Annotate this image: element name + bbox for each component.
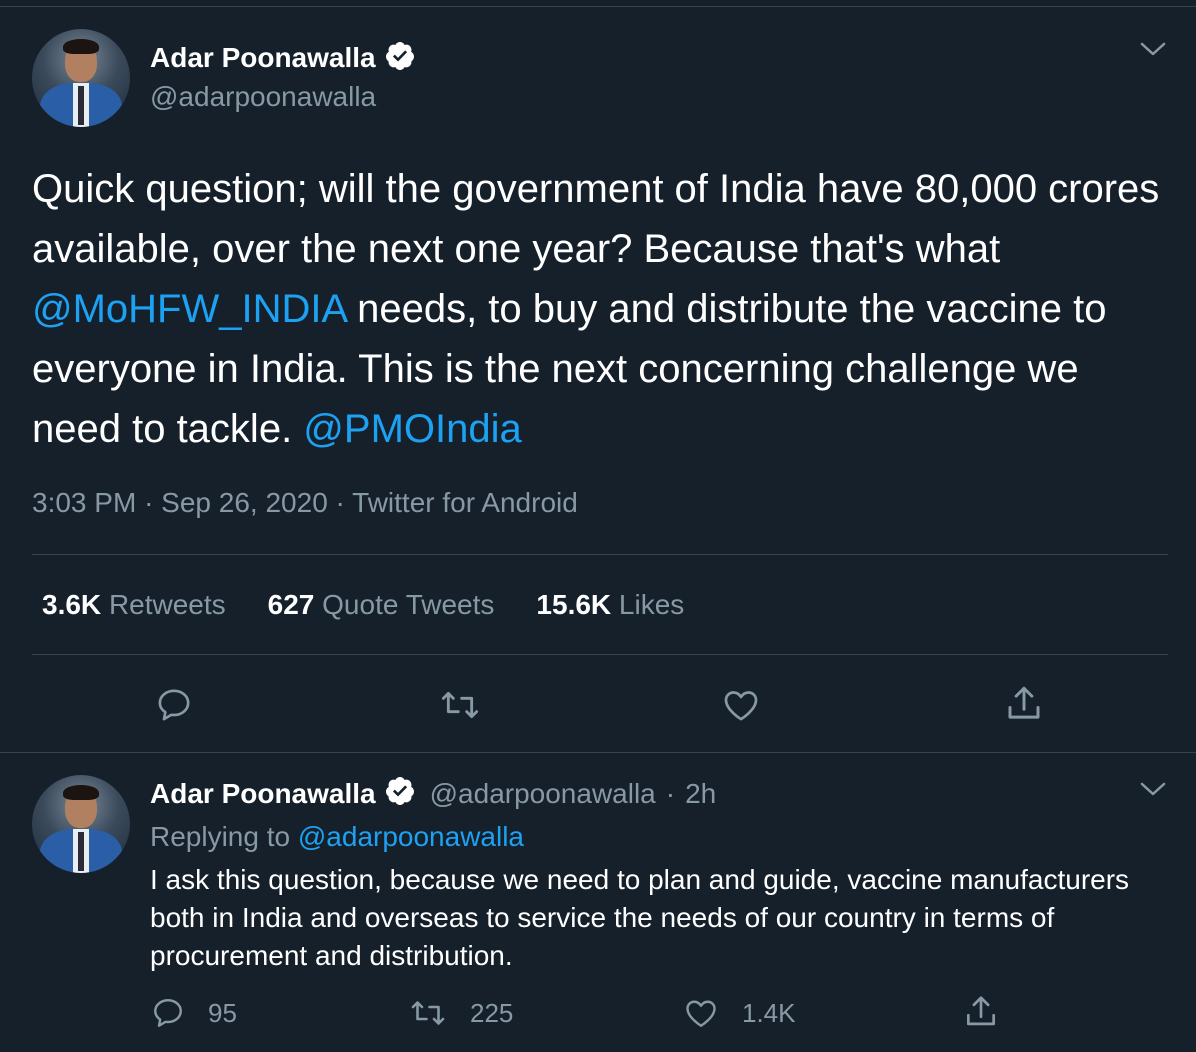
verified-badge-icon bbox=[384, 775, 416, 814]
retweets-count: 3.6K bbox=[42, 589, 102, 620]
retweet-button[interactable] bbox=[438, 685, 482, 725]
tweet-date[interactable]: Sep 26, 2020 bbox=[161, 487, 328, 518]
retweet-icon bbox=[441, 691, 479, 719]
chevron-down-icon[interactable] bbox=[1140, 781, 1166, 804]
like-button[interactable]: 1.4K bbox=[682, 995, 796, 1031]
verified-badge-icon bbox=[384, 40, 416, 77]
reply-button[interactable]: 95 bbox=[150, 995, 237, 1031]
reply-time-ago[interactable]: 2h bbox=[685, 778, 716, 810]
likes-stat[interactable]: 15.6K Likes bbox=[536, 589, 684, 621]
like-count: 1.4K bbox=[742, 997, 796, 1028]
tweet-meta: 3:03 PM · Sep 26, 2020 · Twitter for And… bbox=[32, 487, 578, 519]
replying-to-prefix: Replying to bbox=[150, 821, 298, 852]
separator: · bbox=[335, 487, 345, 518]
tweet-thread: Adar Poonawalla @adarpoonawalla Quick qu… bbox=[0, 0, 1196, 1052]
retweet-icon bbox=[411, 1001, 445, 1025]
divider bbox=[32, 554, 1168, 555]
author-display-name[interactable]: Adar Poonawalla bbox=[150, 42, 376, 74]
tweet-time[interactable]: 3:03 PM bbox=[32, 487, 136, 518]
top-border bbox=[0, 0, 1196, 7]
share-icon bbox=[966, 996, 996, 1026]
share-button[interactable] bbox=[962, 993, 1000, 1031]
replying-to-line: Replying to @adarpoonawalla bbox=[150, 821, 524, 853]
reply-icon bbox=[158, 689, 190, 721]
reply-text: I ask this question, because we need to … bbox=[150, 864, 1130, 971]
retweets-label: Retweets bbox=[108, 589, 226, 620]
tweet-text-part1: Quick question; will the government of I… bbox=[32, 167, 1160, 271]
like-button[interactable] bbox=[720, 685, 762, 725]
quote-tweets-count: 627 bbox=[267, 589, 315, 620]
reply-icon bbox=[154, 999, 182, 1027]
share-button[interactable] bbox=[1003, 683, 1045, 725]
heart-icon bbox=[686, 1000, 716, 1027]
main-tweet: Adar Poonawalla @adarpoonawalla Quick qu… bbox=[0, 7, 1196, 752]
reply-author-handle[interactable]: @adarpoonawalla bbox=[430, 778, 656, 810]
author-handle[interactable]: @adarpoonawalla bbox=[150, 81, 376, 113]
retweets-stat[interactable]: 3.6K Retweets bbox=[42, 589, 226, 621]
reply-author-row: Adar Poonawalla @adarpoonawalla · 2h bbox=[150, 775, 716, 813]
heart-icon bbox=[724, 691, 758, 721]
tweet-text: Quick question; will the government of I… bbox=[32, 159, 1172, 459]
reply-count: 95 bbox=[208, 997, 237, 1028]
chevron-down-icon[interactable] bbox=[1140, 41, 1166, 64]
separator: · bbox=[665, 778, 676, 809]
engagement-stats: 3.6K Retweets 627 Quote Tweets 15.6K Lik… bbox=[42, 589, 726, 621]
divider bbox=[32, 654, 1168, 655]
author-name-row: Adar Poonawalla bbox=[150, 39, 416, 77]
share-icon bbox=[1008, 686, 1040, 719]
reply-button[interactable] bbox=[154, 685, 194, 725]
likes-label: Likes bbox=[618, 589, 685, 620]
retweet-button[interactable]: 225 bbox=[408, 995, 513, 1031]
mention-link[interactable]: @PMOIndia bbox=[303, 407, 521, 451]
tweet-source[interactable]: Twitter for Android bbox=[352, 487, 578, 518]
replying-to-link[interactable]: @adarpoonawalla bbox=[298, 821, 524, 852]
author-avatar[interactable] bbox=[32, 29, 130, 127]
reply-author-display-name[interactable]: Adar Poonawalla bbox=[150, 778, 376, 810]
mention-link[interactable]: @MoHFW_INDIA bbox=[32, 287, 346, 331]
reply-author-avatar[interactable] bbox=[32, 775, 130, 873]
reply-tweet[interactable]: Adar Poonawalla @adarpoonawalla · 2h Rep… bbox=[0, 753, 1196, 1052]
separator: · bbox=[144, 487, 154, 518]
quote-tweets-stat[interactable]: 627 Quote Tweets bbox=[268, 589, 495, 621]
likes-count: 15.6K bbox=[536, 589, 612, 620]
retweet-count: 225 bbox=[470, 997, 514, 1028]
quote-tweets-label: Quote Tweets bbox=[322, 589, 495, 620]
